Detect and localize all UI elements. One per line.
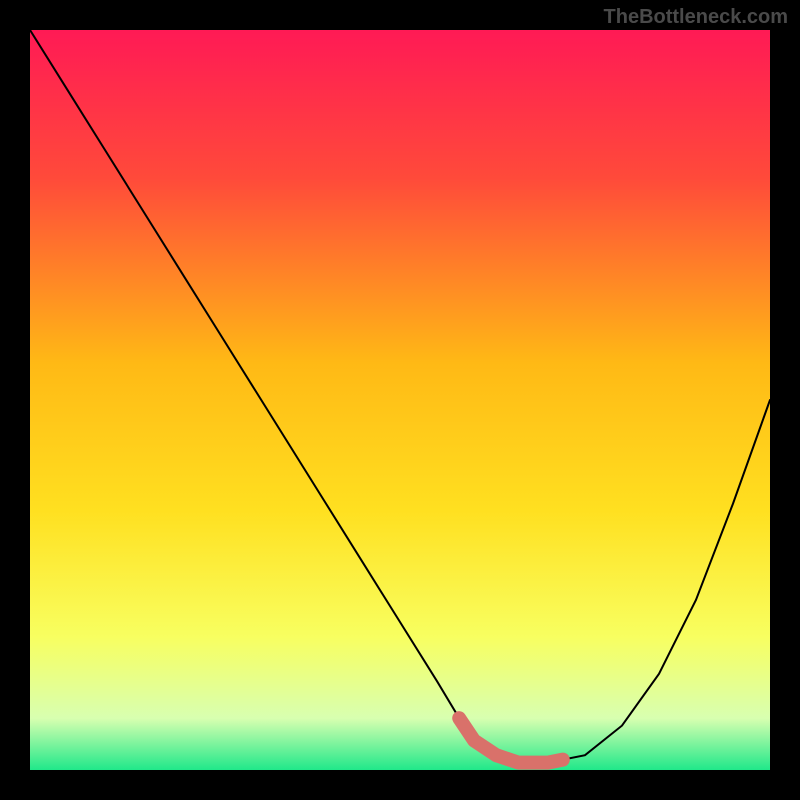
watermark: TheBottleneck.com: [604, 6, 788, 29]
chart-svg: [30, 30, 770, 770]
gradient-background: [30, 30, 770, 770]
plot-area: [30, 30, 770, 770]
chart-container: TheBottleneck.com: [0, 0, 800, 800]
